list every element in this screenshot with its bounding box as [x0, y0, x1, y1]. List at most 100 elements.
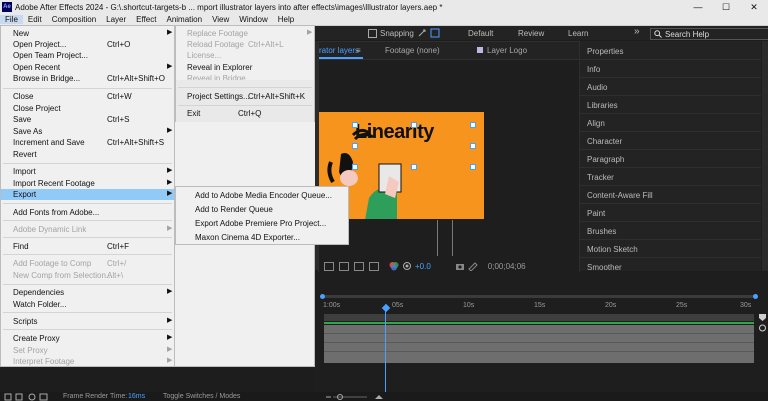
menu-item-export[interactable]: Export ▶	[1, 189, 174, 200]
menu-item-label: Add Footage to Comp	[13, 259, 92, 268]
panel-paint[interactable]: Paint	[587, 209, 605, 218]
transform-handle[interactable]	[470, 143, 476, 149]
menu-item-exit[interactable]: Exit Ctrl+Q	[176, 108, 314, 119]
menu-item-dependencies[interactable]: Dependencies ▶	[1, 287, 174, 298]
search-help-field[interactable]: Search Help	[650, 28, 768, 40]
snapshot-camera-icon[interactable]	[455, 262, 465, 271]
panel-separator	[580, 257, 761, 258]
tab-footage[interactable]: Footage (none)	[385, 46, 440, 55]
exposure-value[interactable]: +0.0	[415, 262, 431, 271]
menu-item-project-settings[interactable]: Project Settings... Ctrl+Alt+Shift+K	[176, 91, 314, 102]
timeline-zoom-slider[interactable]	[325, 393, 385, 401]
menu-item-scripts[interactable]: Scripts ▶	[1, 316, 174, 327]
maximize-button[interactable]: ☐	[712, 0, 740, 14]
menu-item-add-to-media-encoder[interactable]: Add to Adobe Media Encoder Queue...	[176, 189, 348, 203]
menu-item-save[interactable]: Save Ctrl+S	[1, 114, 174, 125]
work-area-bar[interactable]	[324, 314, 754, 321]
frame-render-value: 16ms	[128, 393, 146, 400]
transform-handle[interactable]	[352, 122, 358, 128]
menu-item-close[interactable]: Close Ctrl+W	[1, 91, 174, 102]
tick-label: 05s	[392, 302, 404, 309]
tab-menu-icon[interactable]: ≡	[356, 46, 361, 55]
composition-tabs: rator layers ≡ Footage (none) Layer Logo	[319, 42, 579, 60]
menu-item-add-to-render-queue[interactable]: Add to Render Queue	[176, 203, 348, 217]
transform-handle[interactable]	[352, 164, 358, 170]
menu-item-increment-and-save[interactable]: Increment and Save Ctrl+Alt+Shift+S	[1, 137, 174, 148]
menu-item-new[interactable]: New ▶	[1, 28, 174, 39]
transform-handle[interactable]	[411, 164, 417, 170]
snap-options-icon[interactable]	[417, 28, 443, 38]
submenu-arrow-icon: ▶	[167, 288, 173, 295]
menu-item-open-project[interactable]: Open Project... Ctrl+O	[1, 39, 174, 50]
menu-composition[interactable]: Composition	[47, 15, 101, 24]
panel-tracker[interactable]: Tracker	[587, 173, 614, 182]
menu-item-open-team-project[interactable]: Open Team Project...	[1, 50, 174, 61]
menu-item-export-premiere-project[interactable]: Export Adobe Premiere Pro Project...	[176, 217, 348, 231]
menu-item-browse-in-bridge[interactable]: Browse in Bridge... Ctrl+Alt+Shift+O	[1, 73, 174, 84]
mask-visibility-icon[interactable]	[354, 261, 364, 271]
workspace-default[interactable]: Default	[468, 29, 493, 38]
menu-item-label: New	[13, 29, 30, 38]
tab-composition[interactable]: rator layers	[319, 46, 359, 55]
menu-item-create-proxy[interactable]: Create Proxy ▶	[1, 333, 174, 344]
current-timecode[interactable]: 0;00;04;06	[488, 262, 526, 271]
guides-icon[interactable]	[369, 261, 379, 271]
status-icons[interactable]	[4, 393, 50, 401]
show-snapshot-icon[interactable]	[468, 261, 478, 271]
workspace-review[interactable]: Review	[518, 29, 544, 38]
menu-layer[interactable]: Layer	[101, 15, 131, 24]
tab-layer[interactable]: Layer Logo	[477, 46, 527, 55]
transform-handle[interactable]	[470, 164, 476, 170]
menu-item-save-as[interactable]: Save As ▶	[1, 126, 174, 137]
panel-align[interactable]: Align	[587, 119, 605, 128]
transparency-grid-icon[interactable]	[339, 261, 349, 271]
menu-help[interactable]: Help	[273, 15, 299, 24]
close-window-button[interactable]: ✕	[740, 0, 768, 14]
menu-edit[interactable]: Edit	[23, 15, 47, 24]
menu-item-new-comp-from-selection: New Comp from Selection... Alt+\	[1, 270, 174, 281]
transform-handle[interactable]	[352, 143, 358, 149]
panel-audio[interactable]: Audio	[587, 83, 607, 92]
viewer-controls: +0.0 0;00;04;06	[319, 260, 579, 272]
menu-item-find[interactable]: Find Ctrl+F	[1, 241, 174, 252]
menu-view[interactable]: View	[207, 15, 234, 24]
panel-properties[interactable]: Properties	[587, 47, 623, 56]
menu-file[interactable]: File	[0, 15, 23, 24]
layer-tracks[interactable]	[324, 325, 754, 363]
minimize-button[interactable]: —	[684, 0, 712, 14]
exposure-icon[interactable]	[402, 261, 412, 271]
panel-libraries[interactable]: Libraries	[587, 101, 618, 110]
panel-paragraph[interactable]: Paragraph	[587, 155, 624, 164]
menu-item-add-fonts[interactable]: Add Fonts from Adobe...	[1, 207, 174, 218]
workspace-overflow-icon[interactable]: »	[634, 26, 640, 37]
right-panel-scrollbar[interactable]	[762, 41, 768, 271]
menu-item-import-recent-footage[interactable]: Import Recent Footage ▶	[1, 178, 174, 189]
panel-brushes[interactable]: Brushes	[587, 227, 616, 236]
panel-content-aware-fill[interactable]: Content-Aware Fill	[587, 191, 653, 200]
snapping-checkbox[interactable]	[368, 28, 377, 38]
menu-item-watch-folder[interactable]: Watch Folder...	[1, 299, 174, 310]
menu-item-revert[interactable]: Revert	[1, 149, 174, 160]
comp-marker-icon[interactable]	[758, 312, 768, 334]
panel-info[interactable]: Info	[587, 65, 600, 74]
timeline-zoom-scrollbar[interactable]	[320, 294, 758, 299]
menu-item-cinema-4d-exporter[interactable]: Maxon Cinema 4D Exporter...	[176, 231, 348, 245]
toggle-switches-modes[interactable]: Toggle Switches / Modes	[163, 393, 240, 400]
playhead-line[interactable]	[385, 310, 386, 392]
workspace-learn[interactable]: Learn	[568, 29, 588, 38]
menu-item-reveal-in-explorer[interactable]: Reveal in Explorer	[176, 62, 314, 73]
transform-handle[interactable]	[411, 122, 417, 128]
transform-handle[interactable]	[470, 122, 476, 128]
menu-item-import[interactable]: Import ▶	[1, 166, 174, 177]
menu-effect[interactable]: Effect	[131, 15, 161, 24]
channel-icon[interactable]	[389, 261, 399, 271]
panel-motion-sketch[interactable]: Motion Sketch	[587, 245, 638, 254]
menu-window[interactable]: Window	[234, 15, 272, 24]
panel-character[interactable]: Character	[587, 137, 622, 146]
panel-smoother[interactable]: Smoother	[587, 263, 622, 272]
menu-item-close-project[interactable]: Close Project	[1, 103, 174, 114]
menu-item-open-recent[interactable]: Open Recent ▶	[1, 62, 174, 73]
region-of-interest-icon[interactable]	[324, 261, 334, 271]
menu-animation[interactable]: Animation	[161, 15, 207, 24]
snapping-toggle[interactable]: Snapping	[368, 28, 443, 38]
